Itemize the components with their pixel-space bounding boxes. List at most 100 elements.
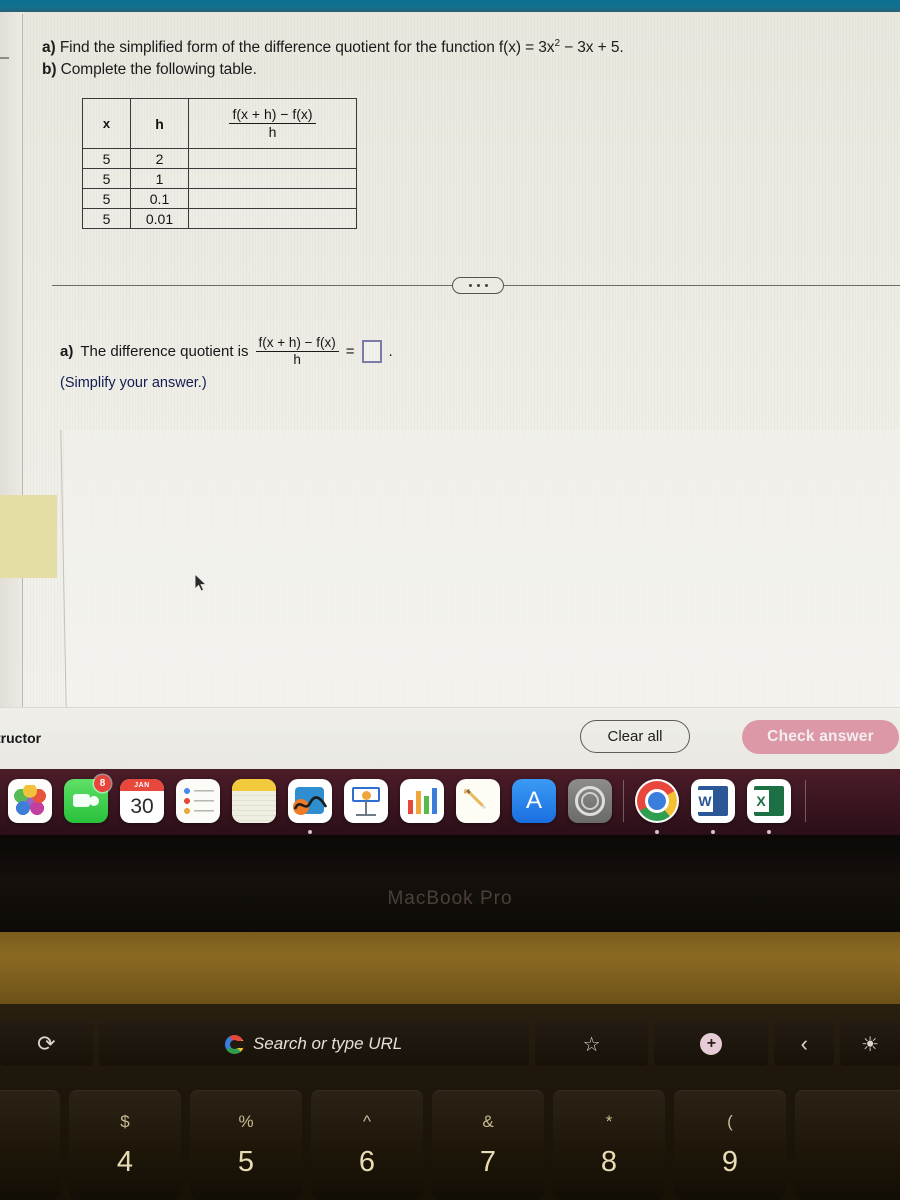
dock-item-system-settings[interactable] <box>562 773 618 829</box>
dock-item-word[interactable]: W <box>685 773 741 834</box>
touchbar-new-tab-button[interactable]: + <box>654 1022 769 1066</box>
google-icon <box>224 1034 245 1054</box>
screenshot-root: a) Find the simplified form of the diffe… <box>0 0 900 1200</box>
dock-item-excel[interactable]: X <box>741 773 797 834</box>
column-header-h: h <box>130 98 189 149</box>
notes-top-band <box>232 779 276 791</box>
cell-x: 5 <box>82 188 131 209</box>
laptop-screen-bezel <box>0 835 900 935</box>
touchbar-reload-button[interactable]: ⟳ <box>0 1022 93 1066</box>
app-running-indicator <box>711 830 715 834</box>
macos-dock-items: 8 JAN 30 “ A W X <box>0 772 900 834</box>
key-symbol: ^ <box>363 1111 371 1131</box>
header-fraction: f(x + h) − f(x) h <box>229 107 316 139</box>
key-symbol: $ <box>120 1111 130 1131</box>
keyboard-number-row: $ 4 % 5 ^ 6 & 7 * 8 ( 9 <box>0 1090 900 1200</box>
screen-left-margin <box>0 12 22 707</box>
key-symbol: ( <box>727 1111 733 1131</box>
numbers-bar <box>432 788 437 814</box>
more-options-ellipsis-button[interactable] <box>452 277 504 294</box>
keyboard-key-5[interactable]: % 5 <box>190 1090 302 1200</box>
plus-icon: + <box>700 1033 723 1055</box>
keynote-base <box>356 814 376 816</box>
ellipsis-dot <box>468 284 472 287</box>
facetime-camera-lens <box>89 796 99 806</box>
word-letter: W <box>697 790 713 812</box>
keyboard-key-9[interactable]: ( 9 <box>674 1090 786 1200</box>
problem-line-b-text: Complete the following table. <box>60 61 257 79</box>
dock-item-reminders[interactable] <box>170 773 226 829</box>
touchbar-bookmark-button[interactable]: ☆ <box>534 1022 649 1066</box>
equals-sign: = <box>345 343 355 361</box>
dock-item-facetime[interactable]: 8 <box>58 773 114 829</box>
key-symbol: % <box>238 1111 254 1131</box>
check-answer-button[interactable]: Check answer <box>742 720 899 754</box>
table-head: x h f(x + h) − f(x) h <box>82 98 357 149</box>
dock-end-divider <box>805 780 806 822</box>
table-body: 5 2 5 1 5 0.1 5 0.01 <box>82 148 357 229</box>
cell-quotient-input[interactable] <box>188 188 357 209</box>
touchbar-brightness-button[interactable]: ☀ <box>840 1022 900 1066</box>
clear-all-button[interactable]: Clear all <box>580 720 690 753</box>
answer-input-box[interactable] <box>361 340 382 364</box>
keyboard-key-partial-left[interactable] <box>0 1090 60 1200</box>
dock-item-freeform[interactable] <box>282 773 338 834</box>
keyboard-key-7[interactable]: & 7 <box>432 1090 544 1200</box>
touchbar-back-button[interactable]: ‹ <box>774 1022 835 1066</box>
mouse-cursor-icon <box>194 573 208 592</box>
problem-line-a: a) Find the simplified form of the diffe… <box>42 33 842 59</box>
column-header-x: x <box>82 98 131 149</box>
numbers-bars <box>408 788 437 814</box>
touchbar-url-field[interactable]: Search or type URL <box>98 1022 529 1066</box>
calendar-icon: JAN 30 <box>120 779 164 823</box>
problem-statement: a) Find the simplified form of the diffe… <box>42 33 842 81</box>
dock-divider <box>623 780 624 822</box>
answer-row: a) The difference quotient is f(x + h) −… <box>60 335 393 367</box>
numbers-bar <box>424 796 429 814</box>
left-edge-dash <box>0 57 9 59</box>
reminders-icon <box>176 779 220 823</box>
dock-item-photos[interactable] <box>2 773 58 829</box>
keynote-icon <box>344 779 388 823</box>
cell-quotient-input[interactable] <box>188 168 357 189</box>
difference-quotient-table: x h f(x + h) − f(x) h 5 2 5 1 5 0.1 5 0.… <box>82 98 357 229</box>
answer-fraction: f(x + h) − f(x) h <box>255 335 339 367</box>
table-row: 5 0.01 <box>82 208 357 229</box>
key-number: 6 <box>358 1145 376 1178</box>
problem-line-a-text: Find the simplified form of the differen… <box>59 39 555 57</box>
problem-line-b-prefix: b) <box>42 61 57 79</box>
dock-item-app-store[interactable]: A <box>506 773 562 829</box>
chevron-left-icon: ‹ <box>800 1031 808 1056</box>
touch-bar: ⟳ Search or type URL ☆ + ‹ ☀ <box>0 1018 900 1070</box>
dock-item-numbers[interactable] <box>394 773 450 829</box>
dock-item-pages[interactable]: “ <box>450 773 506 829</box>
keyboard-key-8[interactable]: * 8 <box>553 1090 665 1200</box>
key-symbol: * <box>605 1111 613 1131</box>
notes-lines <box>232 791 276 823</box>
problem-line-a-tail: − 3x + 5. <box>559 39 624 57</box>
dock-item-keynote[interactable] <box>338 773 394 829</box>
keyboard-key-4[interactable]: $ 4 <box>69 1090 181 1200</box>
dock-item-notes[interactable] <box>226 773 282 829</box>
chrome-icon <box>635 779 679 823</box>
left-margin-rule <box>22 14 23 707</box>
reload-icon: ⟳ <box>37 1031 56 1056</box>
ellipsis-dot <box>484 284 488 287</box>
table-row: 5 1 <box>82 168 357 189</box>
dock-item-chrome[interactable] <box>629 773 685 834</box>
laptop-hinge <box>0 932 900 1004</box>
dock-item-calendar[interactable]: JAN 30 <box>114 773 170 829</box>
app-running-indicator <box>308 830 312 834</box>
cell-quotient-input[interactable] <box>188 148 357 169</box>
keyboard-key-6[interactable]: ^ 6 <box>311 1090 423 1200</box>
keyboard-key-partial-right[interactable] <box>795 1090 900 1200</box>
gear-inner-ring <box>581 792 599 810</box>
system-settings-gear-icon <box>568 779 612 823</box>
app-store-glyph: A <box>525 787 542 814</box>
pages-icon: “ <box>456 779 500 823</box>
ask-instructor-label[interactable]: tructor <box>0 730 41 746</box>
cell-h: 2 <box>130 148 189 169</box>
numbers-icon <box>400 779 444 823</box>
calendar-month: JAN <box>120 779 164 791</box>
cell-quotient-input[interactable] <box>188 208 357 229</box>
